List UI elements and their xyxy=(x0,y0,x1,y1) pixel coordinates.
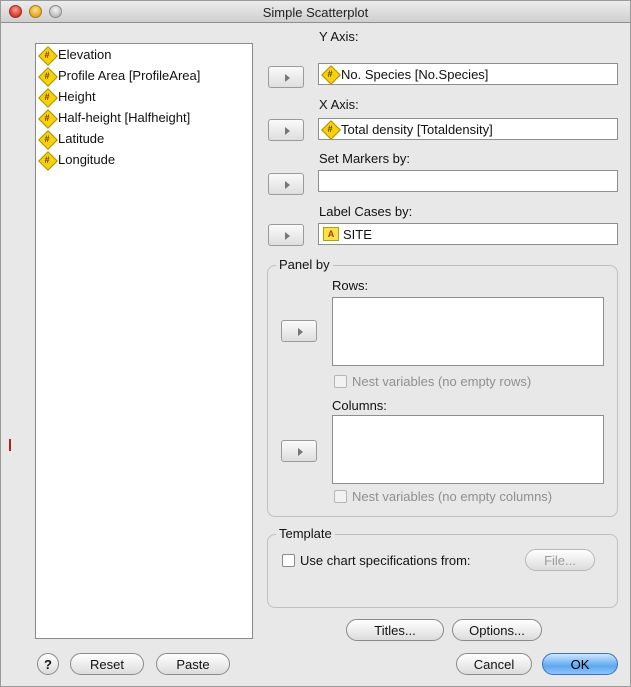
list-item[interactable]: # Profile Area [ProfileArea] xyxy=(36,65,252,86)
title-bar[interactable]: Simple Scatterplot xyxy=(1,1,630,23)
move-to-label-cases-button[interactable] xyxy=(268,224,304,246)
variable-label: Latitude xyxy=(58,131,105,146)
variable-label: Longitude xyxy=(58,152,116,167)
scale-variable-icon: # xyxy=(323,122,337,136)
variable-label: Elevation xyxy=(58,47,112,62)
columns-label: Columns: xyxy=(332,398,387,413)
template-group: Template xyxy=(267,526,618,608)
window-title: Simple Scatterplot xyxy=(262,5,369,20)
label-cases-value: SITE xyxy=(343,226,372,242)
list-item[interactable]: # Half-height [Halfheight] xyxy=(36,107,252,128)
y-axis-label: Y Axis: xyxy=(319,29,359,44)
use-chart-spec-label: Use chart specifications from: xyxy=(300,553,471,568)
nest-columns-checkbox[interactable]: Nest variables (no empty columns) xyxy=(334,489,552,504)
edge-marker xyxy=(9,439,11,451)
ok-button[interactable]: OK xyxy=(542,653,618,675)
scale-variable-icon: # xyxy=(40,132,54,146)
help-button[interactable]: ? xyxy=(37,653,59,675)
checkbox-box[interactable] xyxy=(334,490,347,503)
list-item[interactable]: # Elevation xyxy=(36,44,252,65)
checkbox-box[interactable] xyxy=(282,554,295,567)
panel-by-title: Panel by xyxy=(276,257,333,272)
scale-variable-icon: # xyxy=(40,153,54,167)
y-axis-value: No. Species [No.Species] xyxy=(341,66,489,82)
template-title: Template xyxy=(276,526,335,541)
paste-button[interactable]: Paste xyxy=(156,653,230,675)
scale-variable-icon: # xyxy=(40,90,54,104)
move-to-x-axis-button[interactable] xyxy=(268,119,304,141)
rows-label: Rows: xyxy=(332,278,369,293)
nominal-variable-icon: A xyxy=(323,227,339,241)
scale-variable-icon: # xyxy=(323,67,337,81)
use-chart-spec-checkbox[interactable]: Use chart specifications from: xyxy=(282,553,471,568)
rows-list[interactable] xyxy=(332,297,604,366)
list-item[interactable]: # Longitude xyxy=(36,149,252,170)
variable-list[interactable]: # Elevation # Profile Area [ProfileArea]… xyxy=(35,43,253,639)
columns-list[interactable] xyxy=(332,415,604,484)
scale-variable-icon: # xyxy=(40,48,54,62)
checkbox-box[interactable] xyxy=(334,375,347,388)
nest-rows-checkbox[interactable]: Nest variables (no empty rows) xyxy=(334,374,531,389)
x-axis-value: Total density [Totaldensity] xyxy=(341,121,493,137)
label-cases-label: Label Cases by: xyxy=(319,204,413,219)
set-markers-label: Set Markers by: xyxy=(319,151,411,166)
move-to-columns-button[interactable] xyxy=(281,440,317,462)
titles-button[interactable]: Titles... xyxy=(346,619,444,641)
x-axis-field[interactable]: # Total density [Totaldensity] xyxy=(318,118,618,140)
list-item[interactable]: # Latitude xyxy=(36,128,252,149)
move-to-y-axis-button[interactable] xyxy=(268,66,304,88)
set-markers-field[interactable] xyxy=(318,170,618,192)
scale-variable-icon: # xyxy=(40,111,54,125)
file-button[interactable]: File... xyxy=(525,549,595,571)
list-item[interactable]: # Height xyxy=(36,86,252,107)
reset-button[interactable]: Reset xyxy=(70,653,144,675)
y-axis-field[interactable]: # No. Species [No.Species] xyxy=(318,63,618,85)
variable-label: Half-height [Halfheight] xyxy=(58,110,191,125)
nest-columns-label: Nest variables (no empty columns) xyxy=(352,489,553,504)
label-cases-field[interactable]: A SITE xyxy=(318,223,618,245)
scale-variable-icon: # xyxy=(40,69,54,83)
dialog-window: Simple Scatterplot # Elevation # Profile… xyxy=(0,0,631,687)
x-axis-label: X Axis: xyxy=(319,97,359,112)
options-button[interactable]: Options... xyxy=(452,619,542,641)
nest-rows-label: Nest variables (no empty rows) xyxy=(352,374,532,389)
variable-label: Profile Area [ProfileArea] xyxy=(58,68,201,83)
cancel-button[interactable]: Cancel xyxy=(456,653,532,675)
move-to-markers-button[interactable] xyxy=(268,173,304,195)
move-to-rows-button[interactable] xyxy=(281,320,317,342)
variable-label: Height xyxy=(58,89,96,104)
